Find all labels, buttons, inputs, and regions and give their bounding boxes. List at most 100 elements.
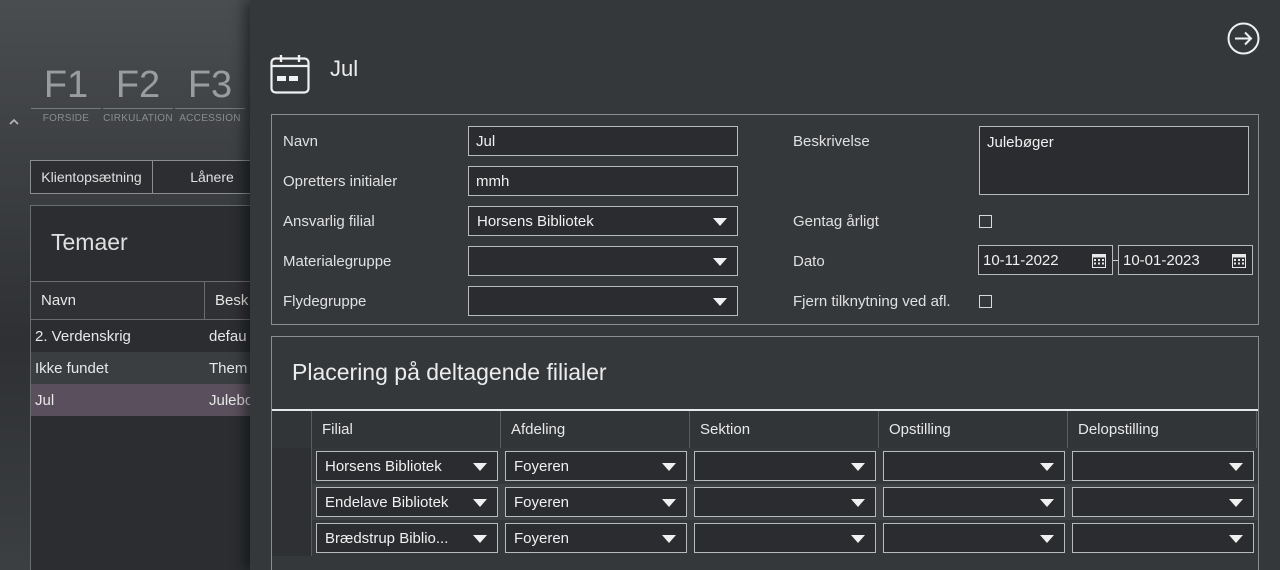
- ansvarlig-filial-select[interactable]: Horsens Bibliotek: [468, 206, 738, 236]
- afdeling-select[interactable]: Foyeren: [505, 451, 687, 481]
- materialegruppe-select[interactable]: [468, 246, 738, 276]
- fkey-label: ACCESSION: [175, 108, 245, 124]
- fkey-label: CIRKULATION: [103, 108, 173, 124]
- navn-label: Navn: [283, 133, 319, 150]
- date-value: 10-01-2023: [1123, 251, 1200, 269]
- dropdown-arrow-icon: [662, 463, 676, 471]
- background-app: F1 FORSIDE F2 CIRKULATION F3 ACCESSION K…: [0, 0, 272, 570]
- column-header-afdeling[interactable]: Afdeling: [501, 411, 690, 448]
- flydegruppe-select[interactable]: [468, 286, 738, 316]
- calendar-grid-icon[interactable]: [1092, 254, 1106, 268]
- afdeling-select[interactable]: Foyeren: [505, 523, 687, 553]
- placement-grid: Filial Afdeling Sektion Opstilling Delop…: [272, 409, 1258, 556]
- dropdown-arrow-icon: [1040, 499, 1054, 507]
- theme-detail-panel: Jul Navn Jul Opretters initialer mmh Ans…: [250, 0, 1280, 570]
- fkey-number: F2: [115, 64, 161, 106]
- placement-title: Placering på deltagende filialer: [292, 359, 607, 385]
- chevron-up-icon[interactable]: [8, 116, 20, 128]
- fkey-forside[interactable]: F1 FORSIDE: [30, 62, 102, 124]
- date-value: 10-11-2022: [983, 251, 1059, 269]
- theme-name: Jul: [35, 391, 55, 409]
- afdeling-select[interactable]: Foyeren: [505, 487, 687, 517]
- navn-input[interactable]: Jul: [468, 126, 738, 156]
- initialer-input[interactable]: mmh: [468, 166, 738, 196]
- gentag-aarligt-checkbox[interactable]: [979, 215, 992, 228]
- fjern-tilknytning-label: Fjern tilknytning ved afl.: [793, 293, 951, 310]
- delopstilling-select[interactable]: [1072, 451, 1254, 481]
- theme-name: 2. Verdenskrig: [35, 327, 131, 345]
- dropdown-arrow-icon: [1229, 535, 1243, 543]
- filial-select[interactable]: Brædstrup Biblio...: [316, 523, 498, 553]
- dropdown-arrow-icon: [1040, 535, 1054, 543]
- opstilling-select[interactable]: [883, 523, 1065, 553]
- dato-to-input[interactable]: 10-01-2023: [1118, 245, 1253, 275]
- delopstilling-select[interactable]: [1072, 487, 1254, 517]
- select-value: Foyeren: [514, 529, 570, 547]
- table-row: Endelave Bibliotek Foyeren: [272, 484, 1258, 520]
- column-header-delopstilling[interactable]: Delopstilling: [1068, 411, 1257, 448]
- table-row[interactable]: Ikke fundet Them: [31, 352, 259, 384]
- dropdown-arrow-icon: [713, 298, 727, 306]
- column-header-filial[interactable]: Filial: [312, 411, 501, 448]
- table-row-selected[interactable]: Jul Julebo: [31, 384, 259, 416]
- themes-title: Temaer: [31, 206, 259, 282]
- placement-section: Placering på deltagende filialer Filial …: [271, 336, 1259, 570]
- table-row: Brædstrup Biblio... Foyeren: [272, 520, 1258, 556]
- page-title: Jul: [330, 56, 359, 81]
- filial-select[interactable]: Endelave Bibliotek: [316, 487, 498, 517]
- select-value: Foyeren: [514, 457, 570, 475]
- fkey-label: FORSIDE: [31, 108, 101, 124]
- dropdown-arrow-icon: [662, 499, 676, 507]
- materialegruppe-label: Materialegruppe: [283, 253, 392, 270]
- calendar-grid-icon[interactable]: [1232, 254, 1246, 268]
- klientopsaetning-button[interactable]: Klientopsætning: [30, 160, 153, 194]
- select-value: Foyeren: [514, 493, 570, 511]
- dropdown-arrow-icon: [473, 463, 487, 471]
- column-header-beskrivelse[interactable]: Besk: [205, 292, 248, 309]
- beskrivelse-textarea[interactable]: Julebøger: [979, 126, 1249, 195]
- column-header-navn[interactable]: Navn: [31, 282, 205, 319]
- column-header-sektion[interactable]: Sektion: [690, 411, 879, 448]
- select-value: Brædstrup Biblio...: [325, 529, 449, 547]
- row-gutter[interactable]: [272, 484, 312, 520]
- opstilling-select[interactable]: [883, 487, 1065, 517]
- beskrivelse-label: Beskrivelse: [793, 133, 870, 150]
- column-header-opstilling[interactable]: Opstilling: [879, 411, 1068, 448]
- select-value: Horsens Bibliotek: [325, 457, 442, 475]
- dropdown-arrow-icon: [851, 535, 865, 543]
- close-arrow-icon[interactable]: [1227, 22, 1260, 55]
- table-row[interactable]: 2. Verdenskrig defau: [31, 320, 259, 352]
- fkey-number: F1: [43, 64, 89, 106]
- fjern-tilknytning-checkbox[interactable]: [979, 295, 992, 308]
- delopstilling-select[interactable]: [1072, 523, 1254, 553]
- filial-select[interactable]: Horsens Bibliotek: [316, 451, 498, 481]
- dropdown-arrow-icon: [1229, 463, 1243, 471]
- fkey-cirkulation[interactable]: F2 CIRKULATION: [102, 62, 174, 124]
- table-row: Horsens Bibliotek Foyeren: [272, 448, 1258, 484]
- opstilling-select[interactable]: [883, 451, 1065, 481]
- dropdown-arrow-icon: [851, 499, 865, 507]
- fkey-number: F3: [187, 64, 233, 106]
- dropdown-arrow-icon: [473, 535, 487, 543]
- dropdown-arrow-icon: [851, 463, 865, 471]
- dato-from-input[interactable]: 10-11-2022: [978, 245, 1113, 275]
- sektion-select[interactable]: [694, 487, 876, 517]
- themes-panel: Temaer Navn Besk 2. Verdenskrig defau Ik…: [30, 205, 260, 570]
- flydegruppe-label: Flydegruppe: [283, 293, 367, 310]
- dropdown-arrow-icon: [1040, 463, 1054, 471]
- row-gutter[interactable]: [272, 448, 312, 484]
- theme-desc: defau: [209, 327, 247, 345]
- dropdown-arrow-icon: [662, 535, 676, 543]
- theme-form: Navn Jul Opretters initialer mmh Ansvarl…: [271, 114, 1259, 325]
- select-value: Endelave Bibliotek: [325, 493, 449, 511]
- dato-label: Dato: [793, 253, 825, 270]
- select-value: Horsens Bibliotek: [477, 212, 594, 230]
- sektion-select[interactable]: [694, 451, 876, 481]
- dropdown-arrow-icon: [713, 218, 727, 226]
- grid-header: Filial Afdeling Sektion Opstilling Delop…: [272, 411, 1258, 448]
- fkey-accession[interactable]: F3 ACCESSION: [174, 62, 246, 124]
- function-key-nav: F1 FORSIDE F2 CIRKULATION F3 ACCESSION: [30, 62, 246, 124]
- dropdown-arrow-icon: [1229, 499, 1243, 507]
- sektion-select[interactable]: [694, 523, 876, 553]
- row-gutter[interactable]: [272, 520, 312, 556]
